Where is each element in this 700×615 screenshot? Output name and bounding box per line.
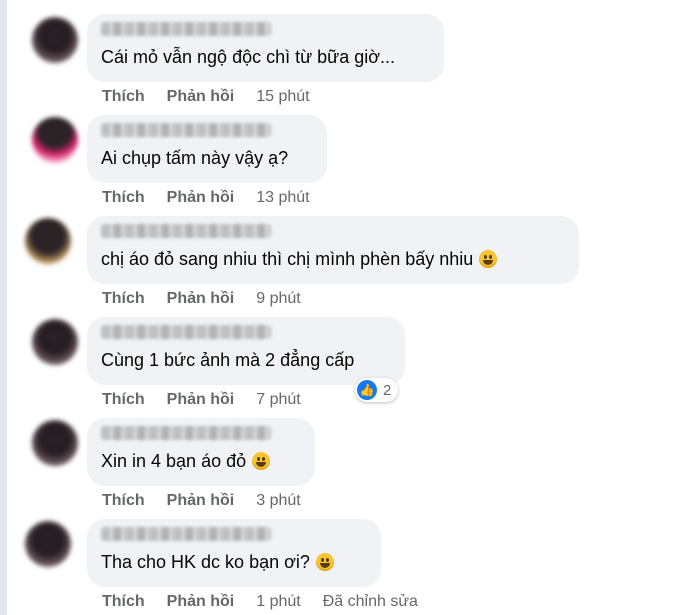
comment-actions: Thích Phản hồi 15 phút <box>102 88 332 106</box>
rolling-laughing-emoji <box>252 452 271 470</box>
commenter-name-blurred[interactable] <box>101 123 271 137</box>
like-button[interactable]: Thích <box>102 593 145 610</box>
avatar[interactable] <box>25 218 71 264</box>
comment-bubble: Tha cho HK dc ko bạn ơi? <box>87 519 381 587</box>
comment-time[interactable]: 3 phút <box>256 492 300 509</box>
comment-text: Cái mỏ vẫn ngộ độc chì từ bữa giờ... <box>101 47 396 67</box>
like-button[interactable]: Thích <box>102 391 145 408</box>
comment-actions: Thích Phản hồi 3 phút <box>102 492 323 510</box>
comment-time[interactable]: 1 phút <box>256 593 300 610</box>
comment-time[interactable]: 7 phút <box>256 391 300 408</box>
comment-text: Tha cho HK dc ko bạn ơi? <box>101 552 367 573</box>
comment-actions: Thích Phản hồi 9 phút <box>102 290 323 308</box>
comment-time[interactable]: 13 phút <box>256 189 309 206</box>
reaction-count[interactable]: 👍 2 <box>355 378 399 402</box>
thread-line <box>0 0 7 615</box>
avatar[interactable] <box>32 17 78 63</box>
like-button[interactable]: Thích <box>102 189 145 206</box>
reply-button[interactable]: Phản hồi <box>167 88 235 105</box>
comment-actions: Thích Phản hồi 13 phút <box>102 189 332 207</box>
comment-text: Xin in 4 bạn áo đỏ <box>101 451 301 472</box>
avatar[interactable] <box>32 319 78 365</box>
comment-actions: Thích Phản hồi 7 phút <box>102 391 323 409</box>
comment-time[interactable]: 9 phút <box>256 290 300 307</box>
like-button[interactable]: Thích <box>102 88 145 105</box>
edited-label[interactable]: Đã chỉnh sửa <box>323 593 418 610</box>
commenter-name-blurred[interactable] <box>101 527 271 541</box>
avatar[interactable] <box>25 521 71 567</box>
reply-button[interactable]: Phản hồi <box>167 492 235 509</box>
avatar[interactable] <box>32 420 78 466</box>
reaction-count-value: 2 <box>383 381 392 399</box>
comment-bubble: Ai chụp tấm này vậy ạ? <box>87 115 327 183</box>
like-button[interactable]: Thích <box>102 290 145 307</box>
comment-bubble: chị áo đỏ sang nhiu thì chị mình phèn bấ… <box>87 216 579 284</box>
reply-button[interactable]: Phản hồi <box>167 593 235 610</box>
reply-button[interactable]: Phản hồi <box>167 290 235 307</box>
avatar[interactable] <box>32 117 78 163</box>
laughing-tears-emoji <box>479 250 498 268</box>
comment-bubble: Cùng 1 bức ảnh mà 2 đẳng cấp <box>87 317 405 385</box>
like-icon: 👍 <box>357 380 377 400</box>
comment-text: Ai chụp tấm này vậy ạ? <box>101 148 289 168</box>
comment-text: chị áo đỏ sang nhiu thì chị mình phèn bấ… <box>101 249 565 270</box>
reply-button[interactable]: Phản hồi <box>167 189 235 206</box>
commenter-name-blurred[interactable] <box>101 224 271 238</box>
comment-bubble: Cái mỏ vẫn ngộ độc chì từ bữa giờ... <box>87 14 444 82</box>
commenter-name-blurred[interactable] <box>101 22 271 36</box>
comment-bubble: Xin in 4 bạn áo đỏ <box>87 418 315 486</box>
reply-button[interactable]: Phản hồi <box>167 391 235 408</box>
comment-text: Cùng 1 bức ảnh mà 2 đẳng cấp <box>101 350 355 370</box>
comment-actions: Thích Phản hồi 1 phút Đã chỉnh sửa <box>102 593 418 611</box>
smiley-emoji <box>315 553 334 571</box>
commenter-name-blurred[interactable] <box>101 426 271 440</box>
comment-time[interactable]: 15 phút <box>256 88 309 105</box>
like-button[interactable]: Thích <box>102 492 145 509</box>
commenter-name-blurred[interactable] <box>101 325 271 339</box>
